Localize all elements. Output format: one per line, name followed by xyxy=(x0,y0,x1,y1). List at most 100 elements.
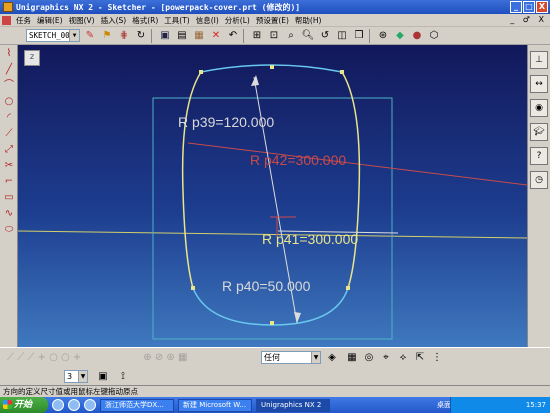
menu-edit[interactable]: 编辑(E) xyxy=(34,15,66,26)
window-title: Unigraphics NX 2 - Sketcher - [powerpack… xyxy=(16,2,301,12)
taskbar-item-explorer[interactable]: 浙江师范大学DX... xyxy=(100,398,174,412)
rotate-icon[interactable]: ↻ xyxy=(134,29,148,43)
filter-icon[interactable]: ◈ xyxy=(325,351,339,365)
circle-icon[interactable]: ○ xyxy=(1,95,17,109)
print-icon[interactable]: ▤ xyxy=(175,29,189,43)
toolbar-divider xyxy=(243,28,244,43)
number-select-value: 3 xyxy=(67,372,73,381)
dimension-line-red xyxy=(187,142,527,186)
grid-icon[interactable]: ⋕ xyxy=(117,29,131,43)
close-button[interactable]: X xyxy=(536,1,548,13)
arc-icon[interactable]: ⌒ xyxy=(1,79,17,93)
save-icon[interactable]: ▣ xyxy=(158,29,172,43)
menu-info[interactable]: 信息(I) xyxy=(193,15,222,26)
sketch-icon[interactable]: ✎ xyxy=(83,29,97,43)
cube-icon[interactable]: ❒ xyxy=(352,29,366,43)
start-button[interactable]: 开始 xyxy=(0,397,48,413)
hide-icon[interactable]: ◉ xyxy=(530,99,548,117)
graduation-cap-icon[interactable]: 🎓︎ xyxy=(530,123,548,141)
sketch-drawing: R p39=120.000 R p42=300.000 R p41=300.00… xyxy=(18,64,527,340)
menu-preferences[interactable]: 预设置(E) xyxy=(253,15,292,26)
help-icon[interactable]: ? xyxy=(530,147,548,165)
zoom-icon[interactable]: ⌕ xyxy=(284,29,298,43)
fillet-icon[interactable]: ◜ xyxy=(1,111,17,125)
line-icon[interactable]: ╱ xyxy=(1,63,17,77)
clock-icon[interactable]: ◷ xyxy=(530,171,548,189)
secondary-toolbar: 3 ▼ ▣ ⟟ xyxy=(0,367,550,385)
constraint-icon[interactable]: ⊥ xyxy=(530,51,548,69)
selection-filter-value: 任何 xyxy=(264,353,280,362)
endpoint-marker xyxy=(340,70,344,74)
solid-icon[interactable]: ⬡ xyxy=(427,29,441,43)
delete-icon[interactable]: ✕ xyxy=(209,29,223,43)
leader-arrow-bottom xyxy=(294,312,301,323)
workplane-icon[interactable]: ▣ xyxy=(96,370,110,384)
pick-icon[interactable]: ⇱ xyxy=(413,351,427,365)
snap-icon[interactable]: ⌖ xyxy=(379,351,393,365)
menu-tools[interactable]: 工具(T) xyxy=(161,15,192,26)
point-icon[interactable]: ⟡ xyxy=(396,351,410,365)
profile-icon[interactable]: ⌇ xyxy=(1,47,17,61)
minimize-button[interactable]: _ xyxy=(510,1,522,13)
taskbar-item-nx[interactable]: Unigraphics NX 2 xyxy=(256,398,330,412)
toolbar-divider xyxy=(151,28,152,43)
status-bar: 方向的定义尺寸值或用鼠标左键拖动原点 xyxy=(0,385,550,397)
menu-format[interactable]: 格式(R) xyxy=(129,15,161,26)
layer-icon[interactable]: ⊛ xyxy=(376,29,390,43)
shade-icon[interactable]: ● xyxy=(410,29,424,43)
disabled-snap-icon: ⟋ ⟋ ⟋ + ○ ○ + xyxy=(7,352,82,363)
paste-icon[interactable]: ▦ xyxy=(192,29,206,43)
windows-taskbar: 开始 浙江师范大学DX... 新建 Microsoft W... Unigrap… xyxy=(0,397,550,413)
disabled-view-icon: ⊕ ⊘ ⊛ ▦ xyxy=(143,352,188,363)
finish-sketch-icon[interactable]: ⚑ xyxy=(100,29,114,43)
zoom-window-icon[interactable]: ⊡ xyxy=(267,29,281,43)
status-prompt: 方向的定义尺寸值或用鼠标左键拖动原点 xyxy=(3,387,138,396)
ie-icon[interactable] xyxy=(52,399,64,411)
ellipse-icon[interactable]: ⬭ xyxy=(1,223,17,237)
taskbar-item-word[interactable]: 新建 Microsoft W... xyxy=(178,398,252,412)
dimension-icon[interactable]: ↔ xyxy=(530,75,548,93)
options-icon[interactable]: ⋮ xyxy=(430,351,444,365)
dimension-p42: R p42=300.000 xyxy=(250,152,346,168)
sketch-orientation-icon: Z xyxy=(24,50,40,66)
graphics-window[interactable]: R p39=120.000 R p42=300.000 R p41=300.00… xyxy=(18,45,527,347)
menu-logo-icon xyxy=(2,15,11,25)
endpoint-marker xyxy=(270,65,274,69)
rectangle-icon[interactable]: ▭ xyxy=(1,191,17,205)
select-icon[interactable]: ◎ xyxy=(362,351,376,365)
menu-task[interactable]: 任务 xyxy=(13,15,34,26)
view-icon[interactable]: ◫ xyxy=(335,29,349,43)
render-icon[interactable]: ◆ xyxy=(393,29,407,43)
magnify-icon[interactable]: 🔍︎ xyxy=(301,29,315,43)
toolbar-divider xyxy=(369,28,370,43)
mdi-window-controls[interactable]: _ ♂ X xyxy=(510,15,547,24)
menu-help[interactable]: 帮助(H) xyxy=(292,15,325,26)
chevron-down-icon: ▼ xyxy=(69,30,79,41)
media-icon[interactable] xyxy=(84,399,96,411)
endpoint-marker xyxy=(191,286,195,290)
title-bar: Unigraphics NX 2 - Sketcher - [powerpack… xyxy=(0,0,550,14)
extend-icon[interactable]: ⤢ xyxy=(1,143,17,157)
selection-filter-select[interactable]: 任何 ▼ xyxy=(261,351,321,364)
orbit-icon[interactable]: ↺ xyxy=(318,29,332,43)
endpoint-marker xyxy=(270,321,274,325)
quick-launch-icon[interactable] xyxy=(68,399,80,411)
sketch-name-select[interactable]: SKETCH_002 ▼ xyxy=(26,29,80,42)
maximize-button[interactable]: □ xyxy=(523,1,535,13)
spline-icon[interactable]: ∿ xyxy=(1,207,17,221)
menu-insert[interactable]: 插入(S) xyxy=(98,15,130,26)
fit-icon[interactable]: ⊞ xyxy=(250,29,264,43)
menu-analysis[interactable]: 分析(L) xyxy=(222,15,253,26)
right-arc-curve xyxy=(341,71,361,289)
app-icon xyxy=(3,2,13,12)
quick-trim-icon[interactable]: ✂ xyxy=(1,159,17,173)
undo-icon[interactable]: ↶ xyxy=(226,29,240,43)
number-select[interactable]: 3 ▼ xyxy=(64,370,88,383)
menu-view[interactable]: 视图(V) xyxy=(66,15,98,26)
clock: 15:37 xyxy=(525,401,546,409)
select-all-icon[interactable]: ▦ xyxy=(345,351,359,365)
corner-icon[interactable]: ⌐ xyxy=(1,175,17,189)
windows-flag-icon xyxy=(3,400,12,409)
trim-icon[interactable]: ⟋ xyxy=(1,127,17,141)
selection-toolbar: ⟋ ⟋ ⟋ + ○ ○ + ⊕ ⊘ ⊛ ▦ 任何 ▼ ◈ ▦ ◎ ⌖ ⟡ ⇱ ⋮ xyxy=(0,347,550,367)
